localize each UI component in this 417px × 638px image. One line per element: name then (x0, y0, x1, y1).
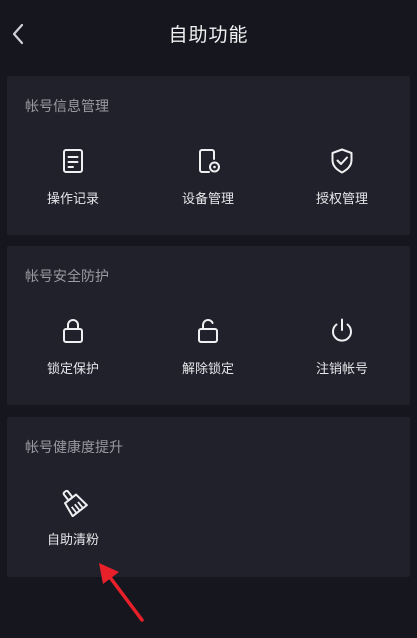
tile-label: 锁定保护 (46, 362, 99, 377)
tile-operation-log[interactable]: 操作记录 (23, 146, 123, 212)
tile-cancel-account[interactable]: 注销帐号 (292, 316, 392, 382)
power-icon (332, 318, 352, 342)
tile-label: 解除锁定 (181, 362, 234, 377)
header-bar: 自助功能 (0, 0, 417, 70)
tile-label: 设备管理 (181, 192, 234, 207)
section-account-security: 帐号安全防护 锁定保护 解除锁定 注销帐号 (7, 246, 410, 405)
section-title: 帐号信息管理 (25, 99, 109, 115)
tile-device-management[interactable]: 设备管理 (158, 146, 258, 212)
section-account-info: 帐号信息管理 操作记录 设备管理 授权管理 (7, 76, 410, 235)
annotation-arrow-icon (99, 563, 144, 622)
broom-icon (62, 489, 88, 517)
section-title: 帐号安全防护 (25, 269, 109, 285)
tile-unlock[interactable]: 解除锁定 (158, 316, 258, 382)
tile-authorization-management[interactable]: 授权管理 (292, 146, 392, 212)
shield-check-icon (331, 148, 353, 174)
unlock-icon (198, 319, 218, 343)
device-settings-icon (199, 149, 220, 173)
tile-label: 操作记录 (46, 192, 99, 207)
page-title: 自助功能 (168, 24, 249, 46)
section-account-health: 帐号健康度提升 自助清粉 (7, 417, 410, 577)
tile-label: 自助清粉 (46, 533, 99, 548)
tile-label: 注销帐号 (315, 362, 368, 377)
tile-label: 授权管理 (315, 192, 368, 207)
tile-self-clean-fans[interactable]: 自助清粉 (23, 487, 123, 553)
lock-icon (63, 319, 83, 343)
document-icon (63, 149, 83, 173)
tile-lock-protection[interactable]: 锁定保护 (23, 316, 123, 382)
section-title: 帐号健康度提升 (25, 440, 123, 456)
